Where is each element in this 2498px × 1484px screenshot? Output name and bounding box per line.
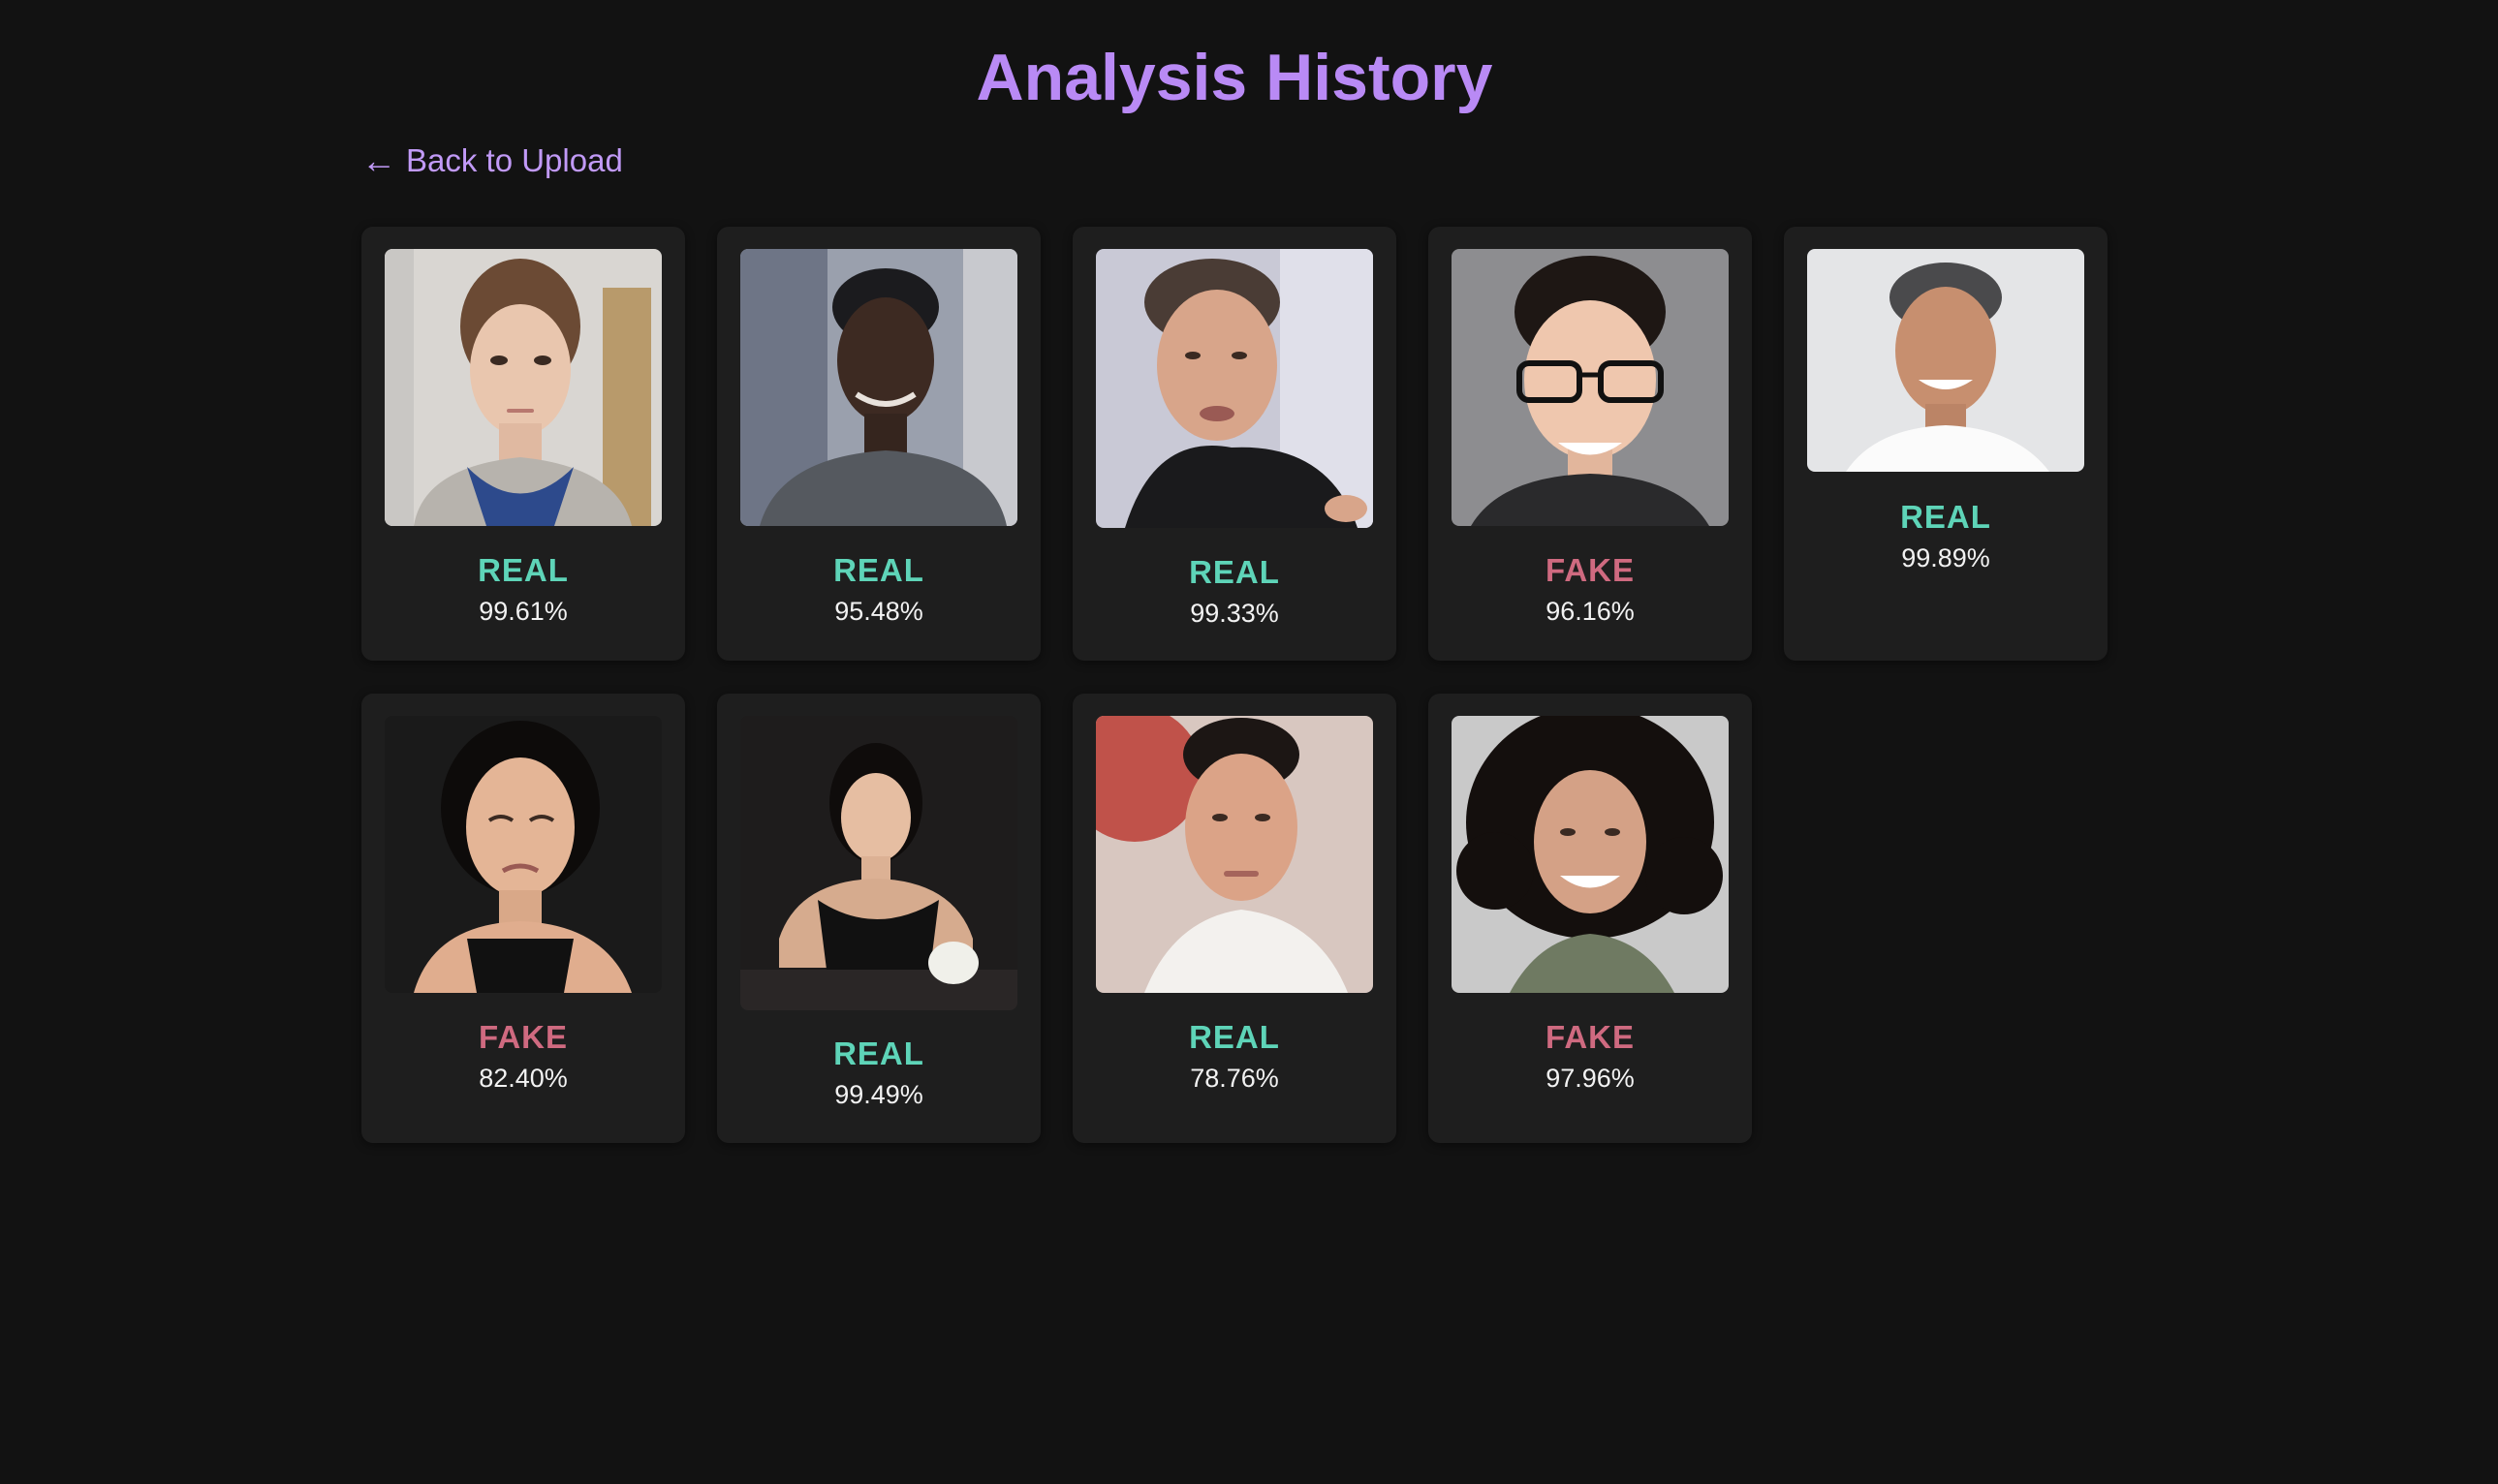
confidence-score: 97.96% (1546, 1064, 1635, 1093)
page-title: Analysis History (976, 41, 1493, 114)
history-card[interactable]: REAL 99.61% (361, 227, 685, 661)
face-thumbnail (740, 716, 1017, 1010)
verdict-label: FAKE (1545, 552, 1635, 588)
verdict-label: REAL (833, 1036, 924, 1071)
confidence-score: 99.89% (1901, 543, 1990, 572)
history-card[interactable]: REAL 78.76% (1073, 694, 1396, 1143)
face-thumbnail (1807, 249, 2084, 472)
confidence-score: 99.61% (479, 597, 568, 626)
history-card[interactable]: FAKE 82.40% (361, 694, 685, 1143)
history-card[interactable]: REAL 99.49% (717, 694, 1041, 1143)
verdict-label: REAL (1189, 554, 1280, 590)
history-card[interactable]: FAKE 96.16% (1428, 227, 1752, 661)
verdict-label: REAL (833, 552, 924, 588)
face-thumbnail (740, 249, 1017, 526)
history-card[interactable]: REAL 99.33% (1073, 227, 1396, 661)
confidence-score: 78.76% (1190, 1064, 1279, 1093)
face-thumbnail (1096, 716, 1373, 993)
history-card[interactable]: REAL 99.89% (1784, 227, 2108, 661)
back-link-label: Back to Upload (406, 142, 623, 178)
verdict-label: REAL (478, 552, 569, 588)
face-thumbnail (385, 716, 662, 993)
confidence-score: 99.33% (1190, 599, 1279, 628)
face-thumbnail (1452, 716, 1729, 993)
verdict-label: FAKE (1545, 1019, 1635, 1055)
history-card[interactable]: REAL 95.48% (717, 227, 1041, 661)
face-thumbnail (1452, 249, 1729, 526)
verdict-label: FAKE (478, 1019, 568, 1055)
confidence-score: 96.16% (1546, 597, 1635, 626)
verdict-label: REAL (1189, 1019, 1280, 1055)
confidence-score: 95.48% (834, 597, 923, 626)
confidence-score: 99.49% (834, 1080, 923, 1109)
face-thumbnail (385, 249, 662, 526)
face-thumbnail (1096, 249, 1373, 528)
back-to-upload-link[interactable]: ← Back to Upload (361, 141, 623, 180)
verdict-label: REAL (1900, 499, 1991, 535)
history-card[interactable]: FAKE 97.96% (1428, 694, 1752, 1143)
confidence-score: 82.40% (479, 1064, 568, 1093)
arrow-left-icon: ← (361, 140, 396, 180)
